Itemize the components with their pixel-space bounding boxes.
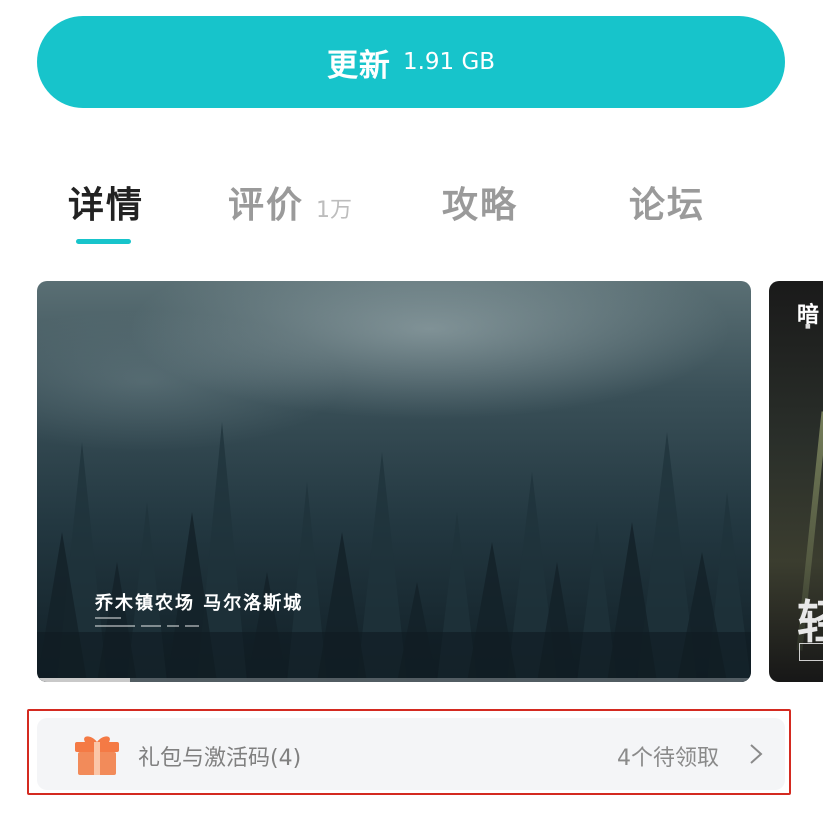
screenshot-main[interactable]: 乔木镇农场 马尔洛斯城 bbox=[37, 281, 751, 682]
screenshot-next[interactable]: 暗 ■ 轻 bbox=[769, 281, 823, 682]
tab-forum[interactable]: 论坛 bbox=[629, 176, 705, 228]
tab-guides[interactable]: 攻略 bbox=[442, 176, 518, 228]
update-button[interactable]: 更新 1.91 GB bbox=[37, 16, 785, 108]
screenshot-caption: 乔木镇农场 马尔洛斯城 bbox=[95, 593, 304, 614]
tab-details-label: 详情 bbox=[68, 185, 145, 226]
update-button-label: 更新 bbox=[326, 47, 391, 84]
tab-details[interactable]: 详情 bbox=[68, 176, 144, 228]
next-subtitle-mark: ■ bbox=[805, 323, 811, 330]
highlight-box bbox=[27, 709, 791, 795]
tab-reviews-label: 评价 bbox=[228, 185, 305, 226]
tab-guides-label: 攻略 bbox=[442, 185, 519, 226]
next-frame-box bbox=[799, 643, 823, 661]
forest-silhouette bbox=[37, 422, 751, 682]
active-tab-indicator bbox=[76, 239, 131, 244]
tab-reviews[interactable]: 评价 1万 bbox=[228, 176, 352, 228]
update-size: 1.91 GB bbox=[402, 49, 496, 75]
tab-forum-label: 论坛 bbox=[629, 185, 706, 226]
caption-fine-print bbox=[95, 617, 199, 627]
tab-reviews-count: 1万 bbox=[316, 198, 353, 223]
screenshot-caption-detail bbox=[95, 616, 205, 634]
video-progress-fill bbox=[37, 678, 130, 682]
video-progress[interactable] bbox=[37, 678, 751, 682]
